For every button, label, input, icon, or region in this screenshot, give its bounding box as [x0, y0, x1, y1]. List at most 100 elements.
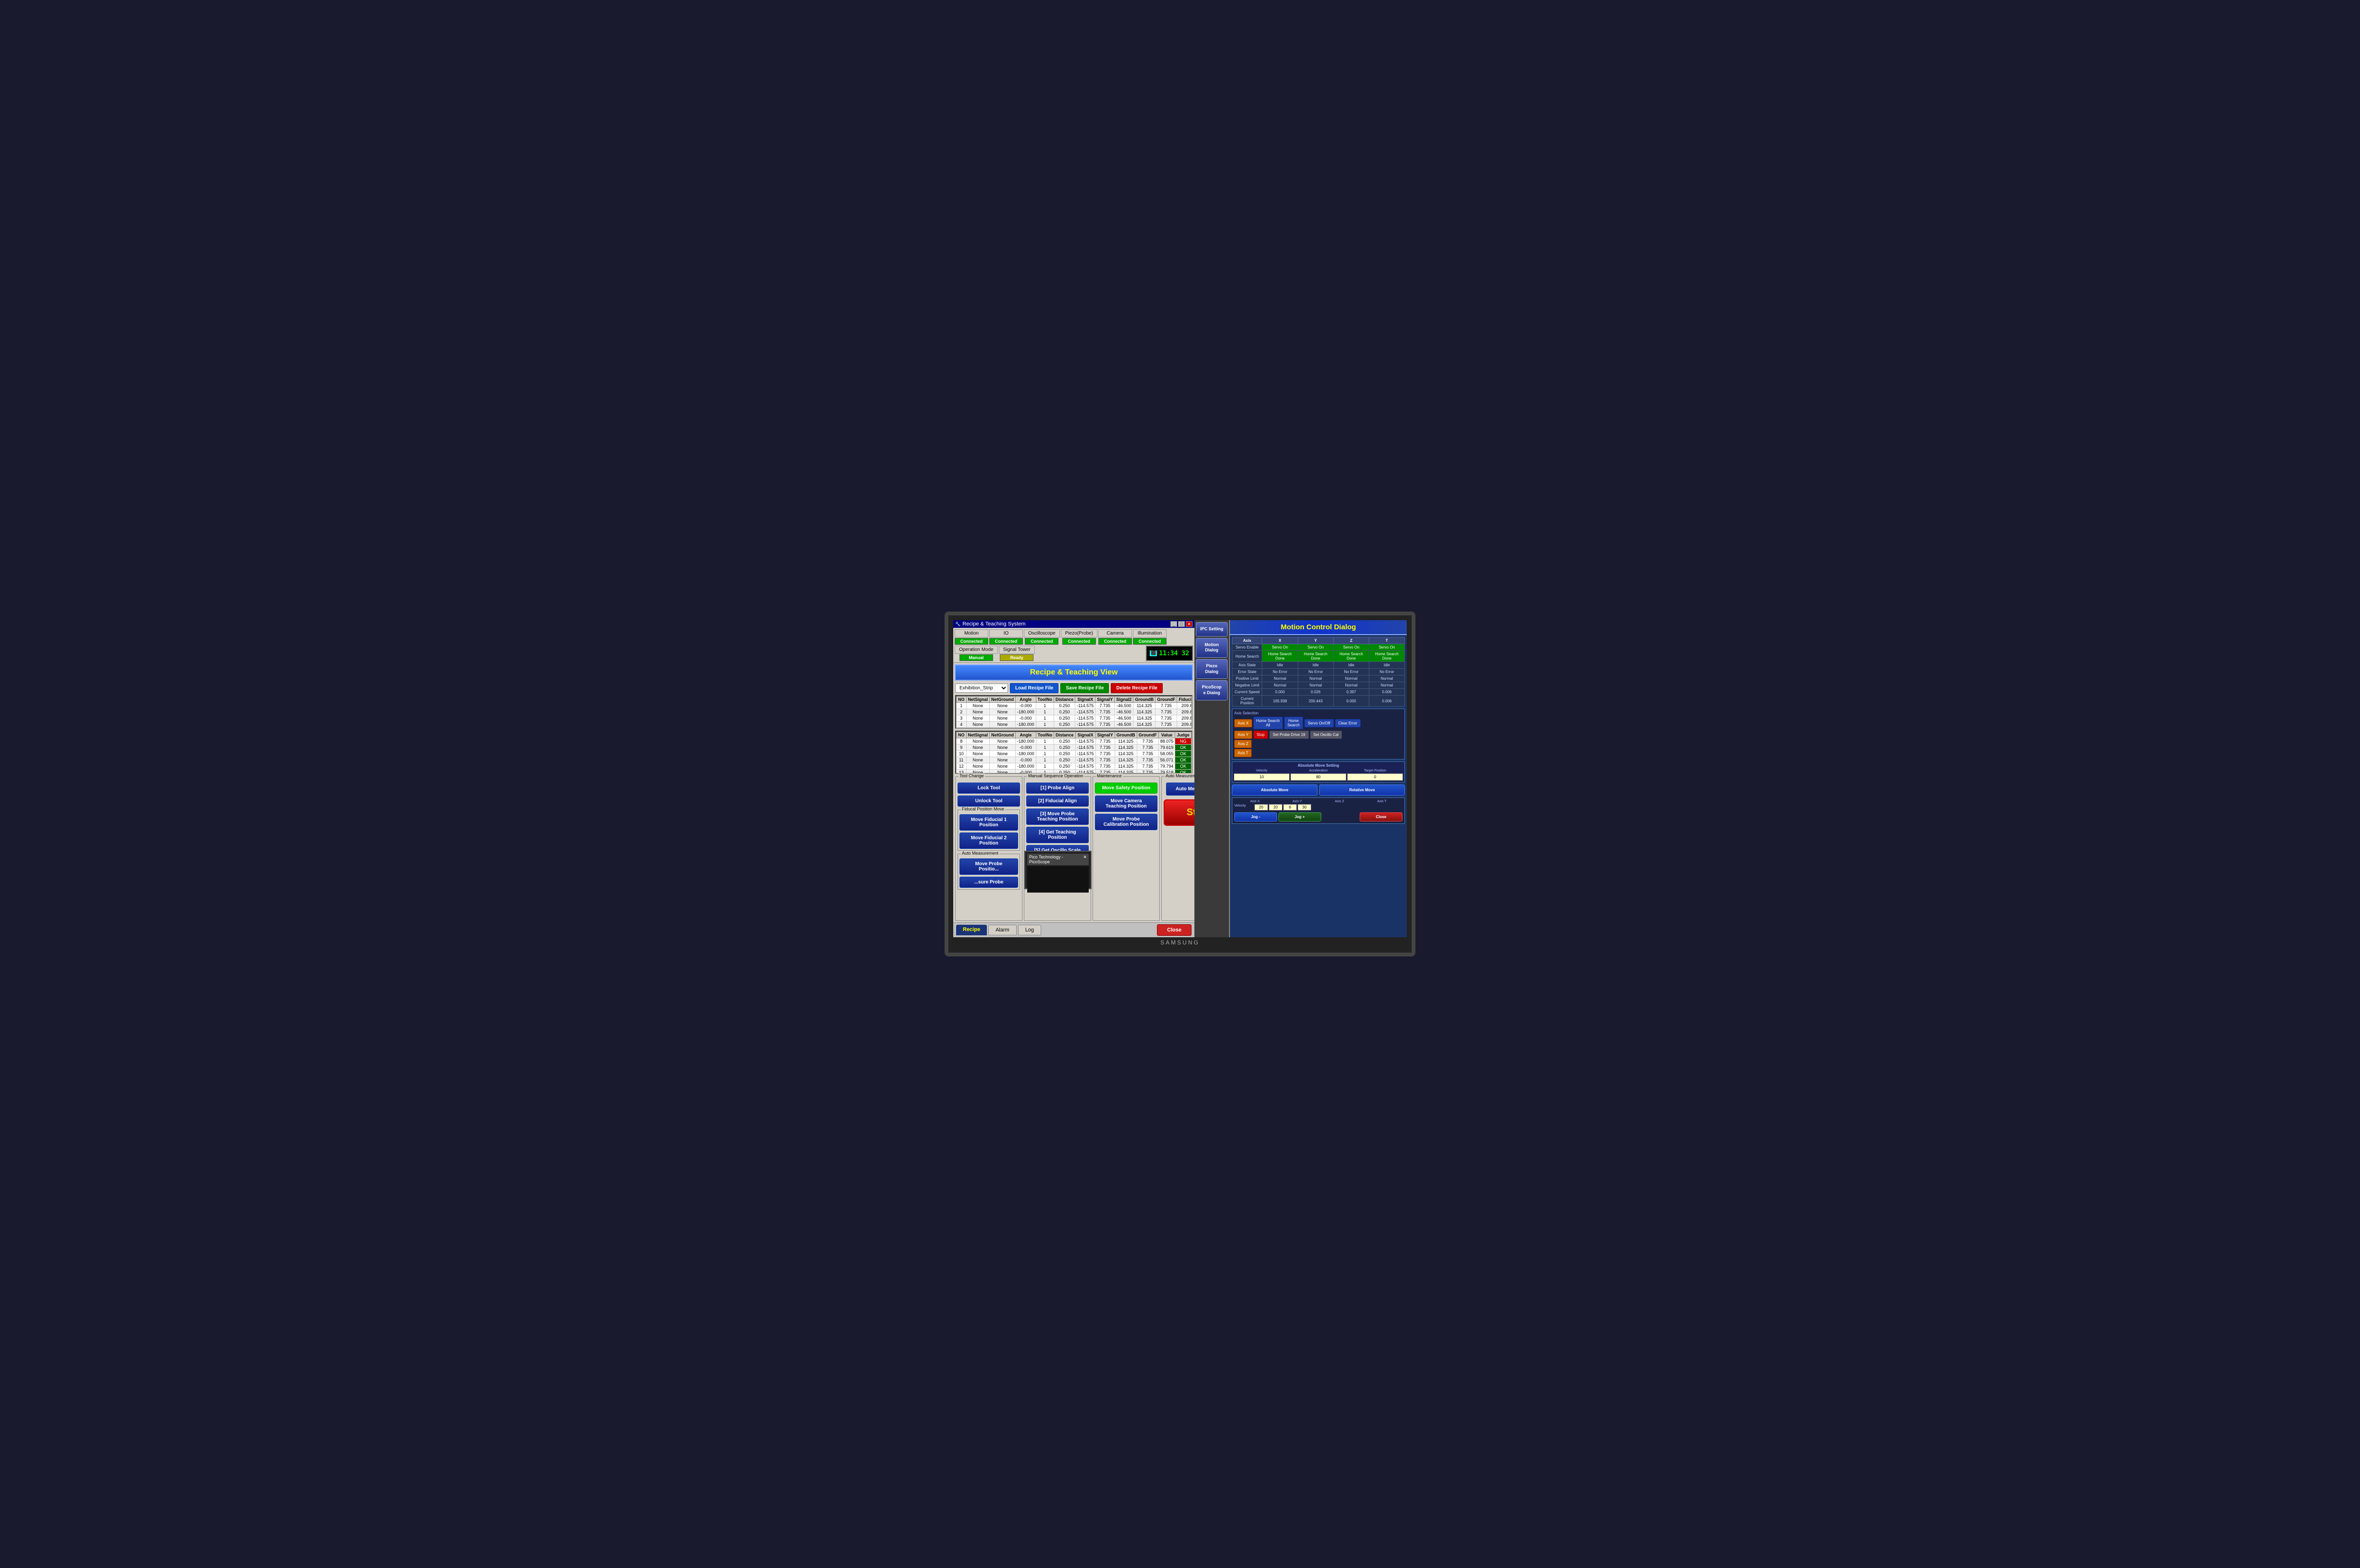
axis-selection-row: Axis X Home SearchAll HomeSearch Servo O…: [1234, 717, 1402, 729]
t2-toolno: ToolNo: [1036, 732, 1054, 738]
piezo-status: Connected: [1062, 638, 1096, 645]
move-safety-button[interactable]: Move Safety Position: [1095, 783, 1157, 794]
axis-y-button[interactable]: Axis Y: [1234, 731, 1252, 739]
axis-t-button[interactable]: Axis T: [1234, 749, 1252, 757]
picoscope-dialog-button[interactable]: PicoScope Dialog: [1196, 680, 1228, 700]
stop-axis-button[interactable]: Stop: [1254, 731, 1268, 739]
jog-vel-z[interactable]: [1283, 804, 1297, 810]
t2-groundf: GroundF: [1137, 732, 1158, 738]
nav-signal-label[interactable]: Signal Tower: [999, 646, 1035, 654]
motion-dialog-button[interactable]: MotionDialog: [1196, 638, 1228, 658]
probe-align-button[interactable]: [1] Probe Align: [1026, 783, 1089, 794]
lock-tool-button[interactable]: Lock Tool: [958, 783, 1020, 794]
col-no: NO: [957, 697, 967, 703]
load-recipe-button[interactable]: Load Recipe File: [1010, 683, 1058, 693]
relative-move-button[interactable]: Relative Move: [1319, 784, 1405, 796]
set-oscillo-cal-button[interactable]: Set Oscillo Cal: [1310, 731, 1342, 739]
clock-display: ⬛ 11:34 32: [1146, 646, 1193, 661]
abs-acceleration-input[interactable]: [1291, 773, 1346, 781]
recipe-dropdown[interactable]: Exhibition_Strip: [955, 684, 1008, 693]
stop-button[interactable]: Stop: [1164, 799, 1194, 826]
osc-status: Connected: [1025, 638, 1058, 645]
clear-error-button[interactable]: Clear Error: [1335, 719, 1361, 727]
illum-status: Connected: [1133, 638, 1167, 645]
save-recipe-button[interactable]: Save Recipe File: [1060, 683, 1109, 693]
nav-io-label[interactable]: IO: [989, 629, 1023, 637]
mcd-errstate-label: Error State: [1232, 669, 1262, 675]
home-search-all-button[interactable]: Home SearchAll: [1254, 717, 1283, 729]
mcd-poslimit-z: Normal: [1333, 675, 1369, 682]
auto-measurement-button[interactable]: Auto Measurement: [1166, 783, 1194, 796]
jog-vel-t[interactable]: [1298, 804, 1311, 810]
jog-plus-button[interactable]: Jog +: [1278, 812, 1321, 821]
opmode-status: Manual: [959, 654, 993, 661]
motion-status: Connected: [955, 638, 988, 645]
jog-velocity-row: Velocity: [1234, 804, 1402, 810]
jog-section: Axis X Axis Y Axis Z Axis T Velocity Jog…: [1232, 797, 1405, 824]
jog-vel-x[interactable]: [1254, 804, 1268, 810]
move-probe-teaching-button[interactable]: [3] Move ProbeTeaching Position: [1026, 808, 1089, 825]
mcd-errstate-y: No Error: [1298, 669, 1333, 675]
axis-z-button[interactable]: Axis Z: [1234, 740, 1252, 748]
abs-target-input[interactable]: [1347, 773, 1403, 781]
mcd-close-button[interactable]: Close: [1360, 812, 1402, 821]
ipc-setting-button[interactable]: IPC Setting: [1196, 622, 1228, 637]
move-probe-cal-button[interactable]: Move ProbeCalibration Position: [1095, 814, 1157, 830]
delete-recipe-button[interactable]: Delete Recipe File: [1111, 683, 1163, 693]
nav-camera-label[interactable]: Camera: [1098, 629, 1132, 637]
minimize-button[interactable]: _: [1170, 621, 1177, 627]
nav-illum-label[interactable]: Illumination: [1133, 629, 1167, 637]
abs-velocity-input[interactable]: [1234, 773, 1290, 781]
home-search-button[interactable]: HomeSearch: [1284, 717, 1303, 729]
abs-target-label: Target Position: [1347, 769, 1403, 772]
jog-buttons-row: Jog - Jog + Close: [1234, 812, 1402, 821]
nav-oscilloscope: Oscilloscope Connected: [1024, 629, 1060, 645]
mcd-home-y: Home Search Done: [1298, 651, 1333, 662]
popup-close-icon[interactable]: ✕: [1083, 855, 1087, 864]
move-camera-teaching-button[interactable]: Move CameraTeaching Position: [1095, 796, 1157, 812]
nav-piezo-label[interactable]: Piezo(Probe): [1061, 629, 1097, 637]
col-netground: NetGround: [990, 697, 1016, 703]
jog-minus-button[interactable]: Jog -: [1234, 812, 1277, 821]
right-sidebar: IPC Setting MotionDialog PiezoDialog Pic…: [1194, 620, 1229, 937]
clock-icon1: ⬛: [1150, 650, 1157, 656]
nav-motion-label[interactable]: Motion: [955, 629, 988, 637]
fiducial-align-button[interactable]: [2] Fiducial Align: [1026, 796, 1089, 807]
tab-recipe[interactable]: Recipe: [956, 925, 987, 935]
mcd-curpos-label: Current Position: [1232, 696, 1262, 707]
jog-header: Axis X Axis Y Axis Z Axis T: [1234, 800, 1402, 803]
tab-alarm[interactable]: Alarm: [988, 925, 1017, 935]
mcd-axisstate-z: Idle: [1333, 662, 1369, 669]
tool-change-label: Tool Change: [959, 773, 985, 778]
nav-osc-label[interactable]: Oscilloscope: [1024, 629, 1060, 637]
measure-probe-button[interactable]: ...sure Probe: [959, 877, 1018, 888]
unlock-tool-button[interactable]: Unlock Tool: [958, 796, 1020, 807]
mcd-neglimit-z: Normal: [1333, 682, 1369, 689]
axis-x-button[interactable]: Axis X: [1234, 719, 1252, 727]
nav-camera: Camera Connected: [1098, 629, 1132, 645]
move-probe-pos-button[interactable]: Move ProbePositio...: [959, 858, 1018, 875]
close-window-button[interactable]: ✕: [1186, 621, 1192, 627]
absolute-move-button[interactable]: Absolute Move: [1232, 784, 1317, 796]
nav-opmode-label[interactable]: Operation Mode: [955, 646, 998, 654]
bottom-tabs: Recipe Alarm Log: [956, 925, 1041, 935]
move-fiducial2-button[interactable]: Move Fiducial 2Position: [959, 833, 1018, 849]
servo-onoff-button[interactable]: Servo On/Off: [1304, 719, 1334, 727]
mcd-curpos-t: 0.006: [1369, 696, 1404, 707]
jog-axis-y-label: Axis Y: [1277, 800, 1318, 803]
maximize-button[interactable]: □: [1178, 621, 1185, 627]
table-row: 12NoneNone-180.00010.250-114.5757.735114…: [957, 763, 1192, 770]
jog-axis-z-label: Axis Z: [1319, 800, 1360, 803]
get-teaching-button[interactable]: [4] Get TeachingPosition: [1026, 827, 1089, 843]
mcd-curspeed-y: 0.026: [1298, 689, 1333, 696]
abs-move-title: Absolute Move Setting: [1234, 763, 1403, 768]
piezo-dialog-button[interactable]: PiezoDialog: [1196, 659, 1228, 679]
move-fiducial1-button[interactable]: Move Fiducial 1Position: [959, 814, 1018, 831]
tab-log[interactable]: Log: [1018, 925, 1041, 935]
jog-vel-y[interactable]: [1269, 804, 1282, 810]
main-close-button[interactable]: Close: [1157, 924, 1192, 936]
app-icon: 🔧: [955, 622, 960, 627]
set-probe-drive-button[interactable]: Set Probe Drive 19: [1269, 731, 1309, 739]
fiducial-label: Fiducal Position Move: [961, 807, 1005, 811]
mcd-curpos-y: 200.443: [1298, 696, 1333, 707]
